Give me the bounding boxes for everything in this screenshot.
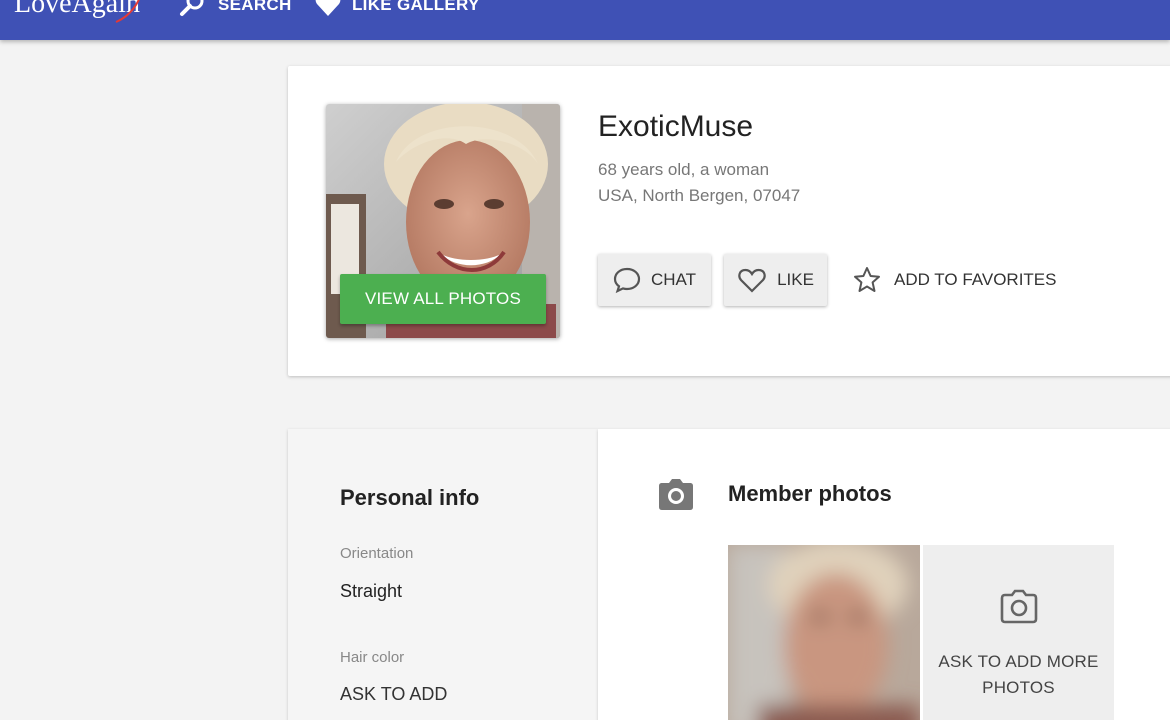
- personal-info-panel: Personal info Orientation Straight Hair …: [288, 429, 598, 720]
- profile-card: VIEW ALL PHOTOS ExoticMuse 68 years old,…: [288, 66, 1170, 376]
- nav-like-gallery-label: LIKE GALLERY: [352, 0, 480, 14]
- nav-search-label: SEARCH: [218, 0, 292, 14]
- view-all-photos-button[interactable]: VIEW ALL PHOTOS: [340, 274, 546, 324]
- star-outline-icon: [854, 267, 880, 292]
- ask-to-add-more-photos-label: ASK TO ADD MORE PHOTOS: [938, 652, 1099, 697]
- nav-search[interactable]: SEARCH: [178, 0, 292, 20]
- member-photos-panel: Member photos ASK TO ADD MORE PHOTOS: [598, 429, 1170, 720]
- heart-outline-icon: [738, 268, 766, 293]
- profile-age-gender: 68 years old, a woman: [598, 160, 770, 179]
- ask-to-add-more-photos-button[interactable]: ASK TO ADD MORE PHOTOS: [923, 545, 1114, 720]
- member-photos-title: Member photos: [728, 481, 892, 506]
- profile-location: USA, North Bergen, 07047: [598, 186, 801, 205]
- blurred-photo-image: [728, 545, 920, 720]
- camera-icon: [1000, 589, 1037, 624]
- member-photo-thumbnail[interactable]: [728, 545, 920, 720]
- chat-button-label: CHAT: [650, 270, 696, 289]
- nav-like-gallery[interactable]: LIKE GALLERY: [314, 0, 480, 20]
- orientation-value: Straight: [340, 581, 403, 601]
- chat-bubble-icon: [613, 267, 641, 294]
- personal-info-title: Personal info: [340, 485, 480, 510]
- like-button[interactable]: LIKE: [724, 254, 827, 306]
- profile-username: ExoticMuse: [598, 110, 754, 143]
- profile-photo[interactable]: VIEW ALL PHOTOS: [326, 104, 560, 338]
- hair-color-ask-to-add[interactable]: ASK TO ADD: [340, 684, 447, 705]
- add-to-favorites-label: ADD TO FAVORITES: [894, 270, 1057, 289]
- add-to-favorites-button[interactable]: ADD TO FAVORITES: [852, 254, 1056, 306]
- orientation-label: Orientation: [340, 545, 414, 562]
- like-button-label: LIKE: [777, 270, 814, 289]
- top-nav-bar: LoveAgain SEARCH LIKE GALLERY: [0, 0, 1170, 40]
- hair-color-label: Hair color: [340, 649, 405, 666]
- heart-icon: [315, 0, 341, 16]
- logo-swoosh-icon: [115, 0, 140, 23]
- search-icon: [180, 0, 204, 16]
- chat-button[interactable]: CHAT: [598, 254, 711, 306]
- camera-icon: [659, 479, 693, 510]
